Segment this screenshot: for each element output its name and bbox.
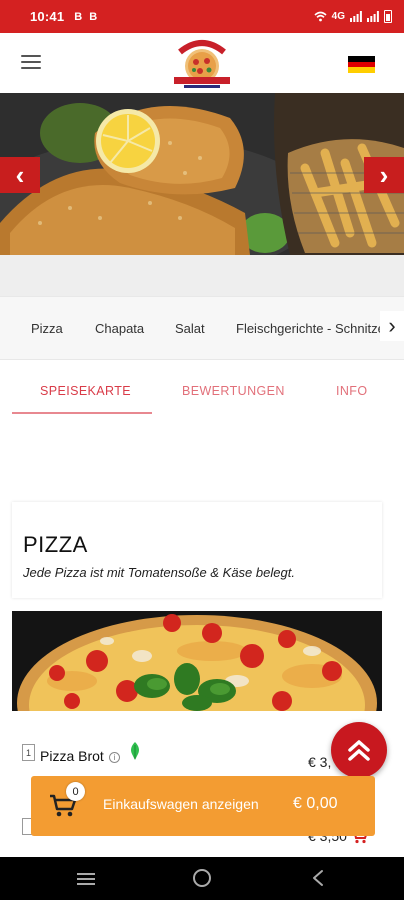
signal-icon [350,11,362,22]
status-bar: 10:41 B B 4G [0,0,404,33]
app-screen: 10:41 B B 4G ‹ › Pizza Chapata Salat Fle… [0,0,404,900]
system-icons: 4G [314,10,392,23]
battery-icon [384,10,392,23]
hamburger-icon[interactable] [21,55,41,69]
status-time: 10:41 [30,9,65,24]
cart-label: Einkaufswagen anzeigen [103,796,259,812]
system-navigation-bar [0,857,404,900]
category-scroll-right-button[interactable]: › [380,311,404,341]
double-chevron-up-icon [348,740,370,761]
tab-bar: SPEISEKARTE BEWERTUNGEN INFO [0,370,404,416]
category-bar: Pizza Chapata Salat Fleischgerichte - Sc… [0,296,404,360]
home-icon[interactable] [192,868,212,888]
hero-banner: ‹ › [0,93,404,255]
signal-icon-2 [367,11,379,22]
notification-icon: B [74,10,83,23]
restaurant-logo[interactable] [170,36,234,91]
section-title: PIZZA [23,532,88,557]
section-image [12,611,382,711]
item-name: Pizza Brot [40,748,104,764]
category-fleischgerichte[interactable]: Fleischgerichte - Schnitzel [236,321,380,336]
network-type: 4G [331,11,345,22]
banner-image [0,93,404,255]
category-pizza[interactable]: Pizza [31,321,63,336]
banner-next-button[interactable]: › [364,157,404,193]
notification-icon: B [89,10,98,23]
pizza-image [12,611,382,711]
tab-speisekarte[interactable]: SPEISEKARTE [40,384,131,398]
wifi-icon [314,11,327,22]
menu-section-header: PIZZA Jede Pizza ist mit Tomatensoße & K… [12,502,382,598]
chevron-right-icon: › [388,313,396,338]
scroll-to-top-button[interactable] [331,722,387,778]
category-salat[interactable]: Salat [175,321,205,336]
recent-apps-icon[interactable] [76,871,96,887]
germany-flag-icon[interactable] [348,56,375,74]
app-header [0,33,404,93]
banner-prev-button[interactable]: ‹ [0,157,40,193]
tab-bewertungen[interactable]: BEWERTUNGEN [182,384,285,398]
cart-count-badge: 0 [66,782,85,801]
notification-icons: B B [74,11,97,23]
item-price: € 3, [308,754,332,770]
cart-total: € 0,00 [293,795,338,812]
banner-spacer [0,255,404,296]
active-tab-indicator [12,412,152,414]
section-description: Jede Pizza ist mit Tomatensoße & Käse be… [23,565,295,580]
item-number: 1 [22,744,35,761]
category-chapata[interactable]: Chapata [95,321,144,336]
tab-info[interactable]: INFO [336,384,367,398]
info-icon[interactable]: i [109,752,120,763]
vegetarian-leaf-icon [131,742,139,760]
chevron-right-icon: › [379,159,389,190]
view-cart-button[interactable]: 0 Einkaufswagen anzeigen € 0,00 [31,776,375,836]
back-icon[interactable] [311,869,325,887]
chevron-left-icon: ‹ [15,159,25,190]
